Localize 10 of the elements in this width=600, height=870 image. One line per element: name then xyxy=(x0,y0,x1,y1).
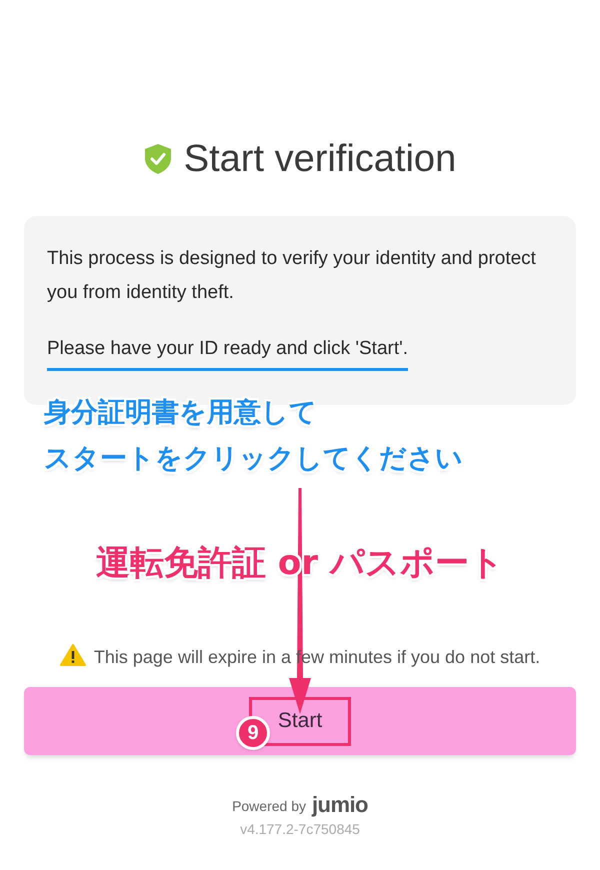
shield-check-icon xyxy=(144,143,172,175)
page-title: Start verification xyxy=(184,140,456,178)
powered-by-text: Powered by xyxy=(232,797,306,816)
brand-logo: jumio xyxy=(312,793,368,817)
annotation-note: スタートをクリックしてください xyxy=(44,442,463,476)
info-text: This process is designed to verify your identity and protect you from identity theft. xyxy=(47,247,537,305)
warning-icon xyxy=(60,644,86,666)
version-text: v4.177.2-7c750845 xyxy=(240,820,360,839)
annotation-note: 身分証明書を用意して xyxy=(44,396,317,430)
info-text: Please have your ID ready and click 'Start'. xyxy=(47,332,408,371)
